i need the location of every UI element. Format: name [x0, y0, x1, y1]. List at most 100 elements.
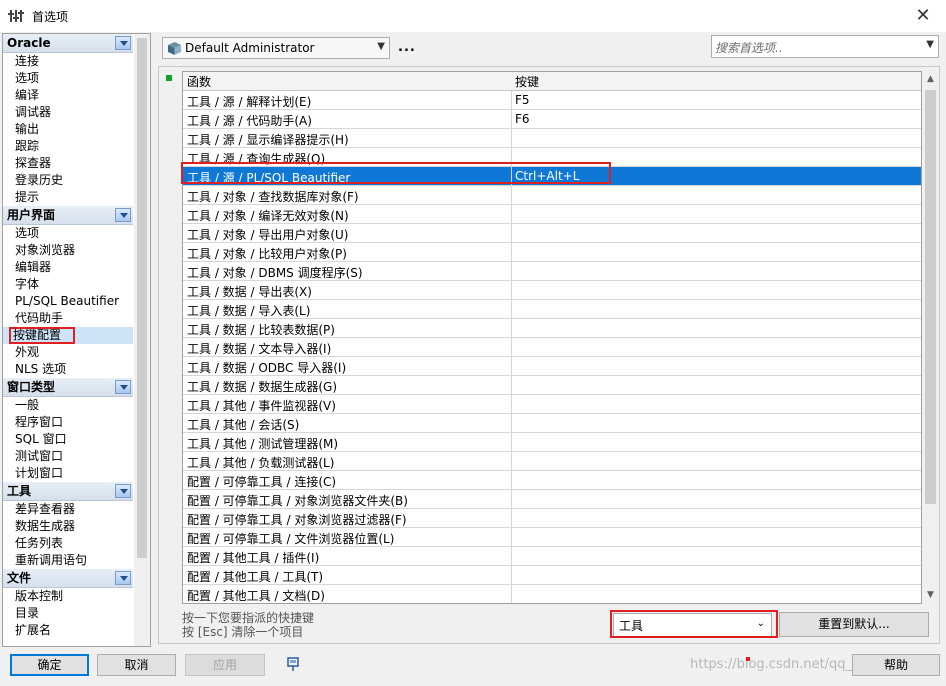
ok-button[interactable]: 确定 [10, 654, 89, 676]
sidebar-item[interactable]: 编译 [3, 87, 133, 104]
table-row[interactable]: 工具 / 源 / 解释计划(E) F5 [183, 91, 921, 110]
sidebar-item[interactable]: 提示 [3, 189, 133, 206]
sidebar-item[interactable]: NLS 选项 [3, 361, 133, 378]
sidebar-item-label: 选项 [15, 226, 40, 240]
sidebar-item[interactable]: 选项 [3, 225, 133, 242]
close-button[interactable]: ✕ [900, 0, 946, 32]
sidebar-item[interactable]: 跟踪 [3, 138, 133, 155]
table-row[interactable]: 配置 / 其他工具 / 插件(I) [183, 547, 921, 566]
sidebar-item[interactable]: 目录 [3, 605, 133, 622]
sidebar-category-label: Oracle [7, 36, 51, 50]
column-divider [511, 566, 512, 585]
sidebar-item[interactable]: 外观 [3, 344, 133, 361]
sidebar-item[interactable]: 一般 [3, 397, 133, 414]
table-row[interactable]: 配置 / 可停靠工具 / 文件浏览器位置(L) [183, 528, 921, 547]
sidebar-item[interactable]: 计划窗口 [3, 465, 133, 482]
sidebar-scrollbar[interactable] [134, 34, 150, 646]
column-header-key[interactable]: 按键 [515, 73, 539, 90]
sidebar-item[interactable]: 代码助手 [3, 310, 133, 327]
sidebar-item[interactable]: 差异查看器 [3, 501, 133, 518]
table-row[interactable]: 工具 / 数据 / 比较表数据(P) [183, 319, 921, 338]
sidebar-category[interactable]: 窗口类型 [3, 378, 133, 397]
shortcut-cell[interactable]: Ctrl+Alt+L [515, 169, 579, 183]
more-button[interactable]: ... [398, 40, 416, 55]
table-row[interactable]: 配置 / 其他工具 / 文档(D) [183, 585, 921, 603]
sidebar-item[interactable]: 测试窗口 [3, 448, 133, 465]
reset-defaults-button[interactable]: 重置到默认... [779, 612, 929, 637]
shortcut-cell[interactable]: F5 [515, 93, 530, 107]
collapse-arrow-icon[interactable] [115, 484, 131, 498]
sidebar-category[interactable]: 用户界面 [3, 206, 133, 225]
sidebar-item-label: 代码助手 [15, 311, 64, 325]
table-row[interactable]: 配置 / 可停靠工具 / 对象浏览器过滤器(F) [183, 509, 921, 528]
table-row[interactable]: 工具 / 源 / PL/SQL Beautifier Ctrl+Alt+L [183, 167, 921, 186]
table-row[interactable]: 工具 / 其他 / 测试管理器(M) [183, 433, 921, 452]
column-header-function[interactable]: 函数 [187, 73, 211, 90]
pin-icon[interactable] [285, 656, 301, 672]
table-row[interactable]: 工具 / 对象 / 查找数据库对象(F) [183, 186, 921, 205]
filter-highlight-box [610, 610, 778, 638]
user-profile-select[interactable]: Default Administrator ▼ [162, 37, 390, 59]
table-row[interactable]: 工具 / 对象 / 比较用户对象(P) [183, 243, 921, 262]
table-row[interactable]: 工具 / 数据 / 导入表(L) [183, 300, 921, 319]
sidebar-item[interactable]: PL/SQL Beautifier [3, 293, 133, 310]
table-row[interactable]: 工具 / 数据 / ODBC 导入器(I) [183, 357, 921, 376]
scroll-up-icon[interactable]: ▲ [922, 71, 939, 88]
sidebar-item[interactable]: 登录历史 [3, 172, 133, 189]
sidebar-item[interactable]: 字体 [3, 276, 133, 293]
cancel-button[interactable]: 取消 [97, 654, 176, 676]
sidebar-item[interactable]: 扩展名 [3, 622, 133, 639]
sidebar-category[interactable]: 工具 [3, 482, 133, 501]
sidebar-item[interactable]: 探查器 [3, 155, 133, 172]
sidebar-item-label: 字体 [15, 277, 40, 291]
collapse-arrow-icon[interactable] [115, 36, 131, 50]
sidebar-item[interactable]: 任务列表 [3, 535, 133, 552]
collapse-arrow-icon[interactable] [115, 208, 131, 222]
collapse-arrow-icon[interactable] [115, 571, 131, 585]
sidebar-item[interactable]: 数据生成器 [3, 518, 133, 535]
table-row[interactable]: 配置 / 可停靠工具 / 对象浏览器文件夹(B) [183, 490, 921, 509]
column-divider [511, 148, 512, 167]
sidebar-item-label: 调试器 [15, 105, 52, 119]
sidebar-item[interactable]: 选项 [3, 70, 133, 87]
table-row[interactable]: 工具 / 源 / 查询生成器(Q) [183, 148, 921, 167]
table-row[interactable]: 工具 / 源 / 显示编译器提示(H) [183, 129, 921, 148]
collapse-arrow-icon[interactable] [115, 380, 131, 394]
sidebar-item[interactable]: 调试器 [3, 104, 133, 121]
sidebar-scroll-thumb[interactable] [137, 38, 147, 558]
sidebar-item[interactable]: 按键配置 [3, 327, 133, 344]
sidebar-category[interactable]: 文件 [3, 569, 133, 588]
table-row[interactable]: 工具 / 数据 / 导出表(X) [183, 281, 921, 300]
search-preferences-input[interactable]: 搜索首选项.. ▼ [711, 35, 939, 58]
sidebar-item[interactable]: 程序窗口 [3, 414, 133, 431]
table-row[interactable]: 配置 / 其他工具 / 工具(T) [183, 566, 921, 585]
table-row[interactable]: 工具 / 数据 / 文本导入器(I) [183, 338, 921, 357]
sidebar-item-label: SQL 窗口 [15, 432, 67, 446]
sidebar-item[interactable]: 重新调用语句 [3, 552, 133, 569]
grid-scroll-thumb[interactable] [925, 90, 936, 504]
status-indicator-icon [166, 75, 172, 81]
sidebar-item[interactable]: 输出 [3, 121, 133, 138]
table-row[interactable]: 工具 / 其他 / 事件监视器(V) [183, 395, 921, 414]
table-row[interactable]: 工具 / 对象 / 导出用户对象(U) [183, 224, 921, 243]
table-row[interactable]: 工具 / 对象 / 编译无效对象(N) [183, 205, 921, 224]
table-row[interactable]: 工具 / 源 / 代码助手(A) F6 [183, 110, 921, 129]
sidebar-item[interactable]: SQL 窗口 [3, 431, 133, 448]
table-row[interactable]: 工具 / 其他 / 会话(S) [183, 414, 921, 433]
sidebar-item[interactable]: 版本控制 [3, 588, 133, 605]
table-row[interactable]: 工具 / 其他 / 负载测试器(L) [183, 452, 921, 471]
table-row[interactable]: 配置 / 可停靠工具 / 连接(C) [183, 471, 921, 490]
help-button[interactable]: 帮助 [852, 654, 940, 676]
table-row[interactable]: 工具 / 对象 / DBMS 调度程序(S) [183, 262, 921, 281]
sidebar-item[interactable]: 连接 [3, 53, 133, 70]
function-cell: 工具 / 其他 / 会话(S) [187, 418, 300, 432]
shortcut-grid: 函数 按键 工具 / 源 / 解释计划(E) F5 工具 / 源 / 代码助手(A)… [182, 71, 922, 604]
scroll-down-icon[interactable]: ▼ [922, 587, 939, 604]
shortcut-cell[interactable]: F6 [515, 112, 530, 126]
sidebar-item[interactable]: 编辑器 [3, 259, 133, 276]
sidebar-item[interactable]: 对象浏览器 [3, 242, 133, 259]
grid-scrollbar[interactable]: ▲ ▼ [922, 71, 939, 604]
table-row[interactable]: 工具 / 数据 / 数据生成器(G) [183, 376, 921, 395]
apply-button[interactable]: 应用 [185, 654, 265, 676]
sidebar-category[interactable]: Oracle [3, 34, 133, 53]
